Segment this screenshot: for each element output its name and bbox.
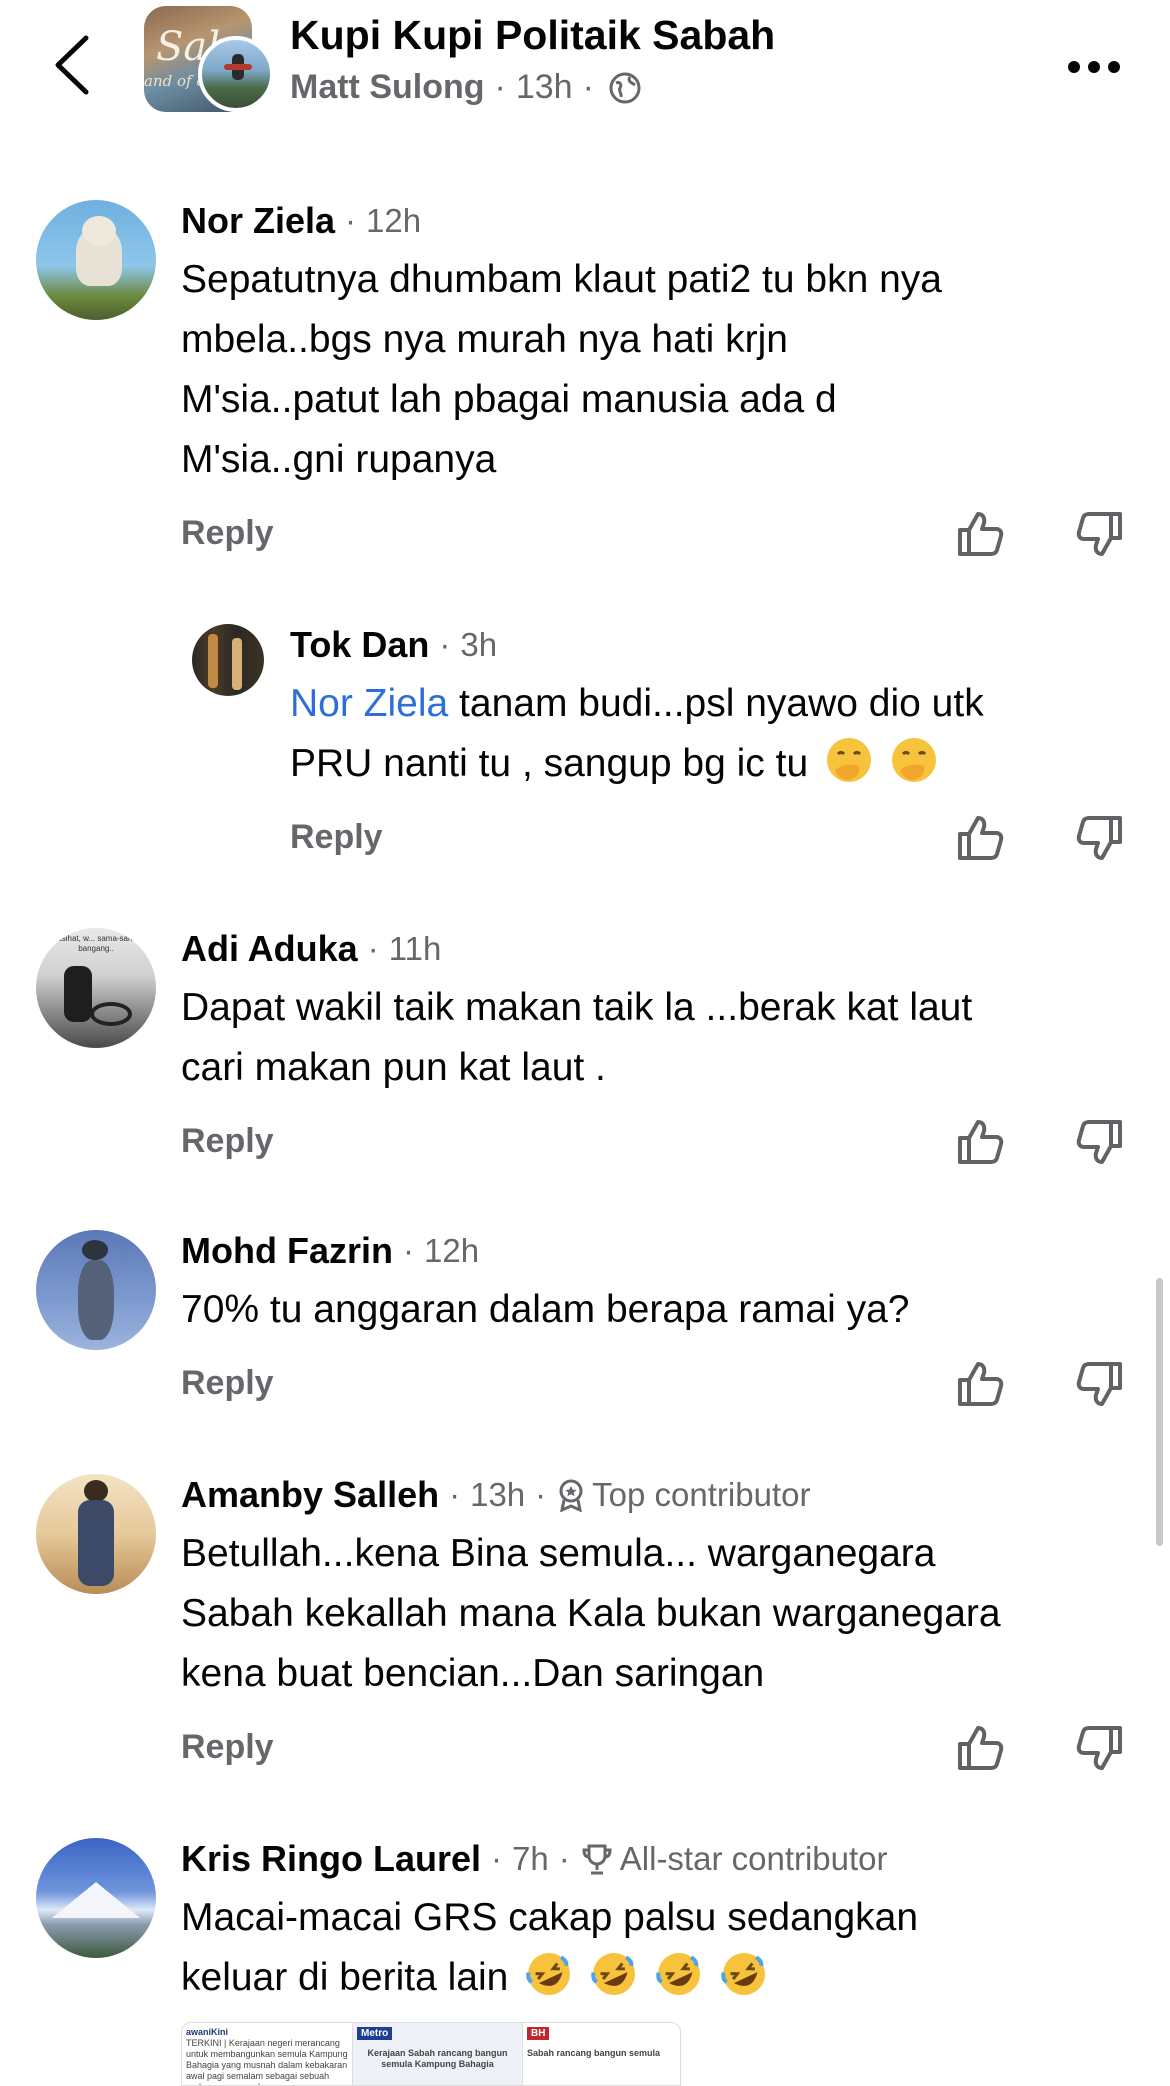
- reply-button[interactable]: Reply: [181, 1122, 274, 1161]
- comment-author[interactable]: Adi Aduka: [181, 928, 358, 970]
- avatar[interactable]: nasihat, w... sama-sama bangang..: [36, 928, 156, 1048]
- post-time[interactable]: 13h: [516, 68, 573, 107]
- comment-text: Betullah...kena Bina semula... warganega…: [181, 1524, 1001, 1704]
- dislike-icon[interactable]: [1074, 812, 1126, 864]
- avatar[interactable]: [36, 1474, 156, 1594]
- comment-time[interactable]: 12h: [424, 1232, 479, 1270]
- avatar[interactable]: [192, 624, 264, 696]
- globe-icon: [609, 72, 641, 103]
- comment-line: Dapat wakil taik makan taik la ...berak …: [181, 986, 973, 1029]
- more-options-button[interactable]: [1068, 52, 1132, 82]
- back-chevron-icon: [55, 35, 89, 95]
- poster-name[interactable]: Matt Sulong: [290, 68, 485, 107]
- like-icon[interactable]: [954, 812, 1006, 864]
- comment-text: Dapat wakil taik makan taik la ...berak …: [181, 978, 972, 1098]
- mention-link[interactable]: Nor Ziela: [290, 682, 448, 725]
- comment-line: Sabah kekallah mana Kala bukan warganega…: [181, 1592, 1001, 1635]
- top-contributor-badge[interactable]: Top contributor: [556, 1476, 810, 1514]
- comment-line: 70% tu anggaran dalam berapa ramai ya?: [181, 1288, 910, 1331]
- dislike-icon[interactable]: [1074, 1116, 1126, 1168]
- preview-source: BH: [527, 2027, 550, 2040]
- comment-author[interactable]: Mohd Fazrin: [181, 1230, 393, 1272]
- preview-text: TERKINI | Kerajaan negeri merancang untu…: [186, 2038, 348, 2085]
- comment-image-attachment[interactable]: awaniKini TERKINI | Kerajaan negeri mera…: [181, 2022, 681, 2086]
- preview-source: awaniKini: [186, 2027, 229, 2037]
- comment-author[interactable]: Kris Ringo Laurel: [181, 1838, 481, 1880]
- all-star-icon: [582, 1844, 612, 1875]
- group-name[interactable]: Kupi Kupi Politaik Sabah: [290, 12, 775, 59]
- top-contributor-icon: [559, 1479, 583, 1512]
- comment-time[interactable]: 3h: [460, 626, 497, 664]
- avatar[interactable]: [36, 1838, 156, 1958]
- comment-author[interactable]: Amanby Salleh: [181, 1474, 439, 1516]
- comment-line: Betullah...kena Bina semula... warganega…: [181, 1532, 936, 1575]
- reply-button[interactable]: Reply: [290, 818, 383, 857]
- preview-panel: awaniKini TERKINI | Kerajaan negeri mera…: [182, 2023, 352, 2085]
- badge-label: All-star contributor: [619, 1840, 888, 1877]
- comment-author[interactable]: Nor Ziela: [181, 200, 335, 242]
- badge-label: Top contributor: [592, 1476, 811, 1513]
- comment-line: M'sia..patut lah pbagai manusia ada d: [181, 378, 837, 421]
- comment-text: 70% tu anggaran dalam berapa ramai ya?: [181, 1280, 909, 1340]
- dislike-icon[interactable]: [1074, 1358, 1126, 1410]
- like-icon[interactable]: [954, 1722, 1006, 1774]
- post-header: Sab and of c Kupi Kupi Politaik Sabah Ma…: [0, 0, 1170, 120]
- comment-time[interactable]: 7h: [512, 1840, 549, 1878]
- reply-button[interactable]: Reply: [181, 1364, 274, 1403]
- post-meta: Matt Sulong · 13h ·: [290, 68, 642, 107]
- preview-source: Metro: [357, 2027, 393, 2040]
- poster-avatar[interactable]: [198, 36, 274, 112]
- comment-text: Macai-macai GRS cakap palsu sedangkan ke…: [181, 1888, 918, 2008]
- comment-time[interactable]: 11h: [389, 930, 442, 968]
- avatar[interactable]: [36, 1230, 156, 1350]
- group-avatar-subtext: and of c: [144, 72, 205, 90]
- comment-line: cari makan pun kat laut .: [181, 1046, 606, 1089]
- like-icon[interactable]: [954, 1358, 1006, 1410]
- hand-over-mouth-emoji: [826, 738, 871, 782]
- more-icon: [1068, 61, 1080, 73]
- comment-line: keluar di berita lain: [181, 1956, 509, 1999]
- comment-line: PRU nanti tu , sangup bg ic tu: [290, 742, 809, 785]
- preview-panel: Metro Kerajaan Sabah rancang bangun semu…: [352, 2023, 522, 2085]
- hand-over-mouth-emoji: [891, 738, 936, 782]
- comment-line: mbela..bgs nya murah nya hati krjn: [181, 318, 788, 361]
- rolling-laughing-emoji: [591, 1953, 636, 1995]
- rolling-laughing-emoji: [720, 1953, 765, 1995]
- comment-time[interactable]: 13h: [470, 1476, 525, 1514]
- like-icon[interactable]: [954, 1116, 1006, 1168]
- reply-button[interactable]: Reply: [181, 514, 274, 553]
- preview-panel: BH Sabah rancang bangun semula: [522, 2023, 680, 2085]
- rolling-laughing-emoji: [526, 1953, 571, 1995]
- comment-time[interactable]: 12h: [366, 202, 421, 240]
- preview-text: Sabah rancang bangun semula: [527, 2048, 661, 2058]
- rolling-laughing-emoji: [656, 1953, 700, 1995]
- all-star-contributor-badge[interactable]: All-star contributor: [580, 1840, 888, 1878]
- avatar[interactable]: [36, 200, 156, 320]
- reply-button[interactable]: Reply: [181, 1728, 274, 1767]
- comment-line: kena buat bencian...Dan saringan: [181, 1652, 765, 1695]
- back-button[interactable]: [44, 30, 100, 100]
- avatar-caption: nasihat, w... sama-sama bangang..: [52, 934, 140, 953]
- preview-text: Kerajaan Sabah rancang bangun semula Kam…: [367, 2048, 508, 2069]
- comment-author[interactable]: Tok Dan: [290, 624, 429, 666]
- comment-text: Nor Ziela tanam budi...psl nyawo dio utk…: [290, 674, 984, 794]
- comment-line: Sepatutnya dhumbam klaut pati2 tu bkn ny…: [181, 258, 942, 301]
- scrollbar[interactable]: [1156, 1278, 1163, 1546]
- comment-text: Sepatutnya dhumbam klaut pati2 tu bkn ny…: [181, 250, 942, 490]
- dislike-icon[interactable]: [1074, 508, 1126, 560]
- comment-line: tanam budi...psl nyawo dio utk: [448, 682, 984, 725]
- comment-line: Macai-macai GRS cakap palsu sedangkan: [181, 1896, 919, 1939]
- comment-line: M'sia..gni rupanya: [181, 438, 497, 481]
- dislike-icon[interactable]: [1074, 1722, 1126, 1774]
- like-icon[interactable]: [954, 508, 1006, 560]
